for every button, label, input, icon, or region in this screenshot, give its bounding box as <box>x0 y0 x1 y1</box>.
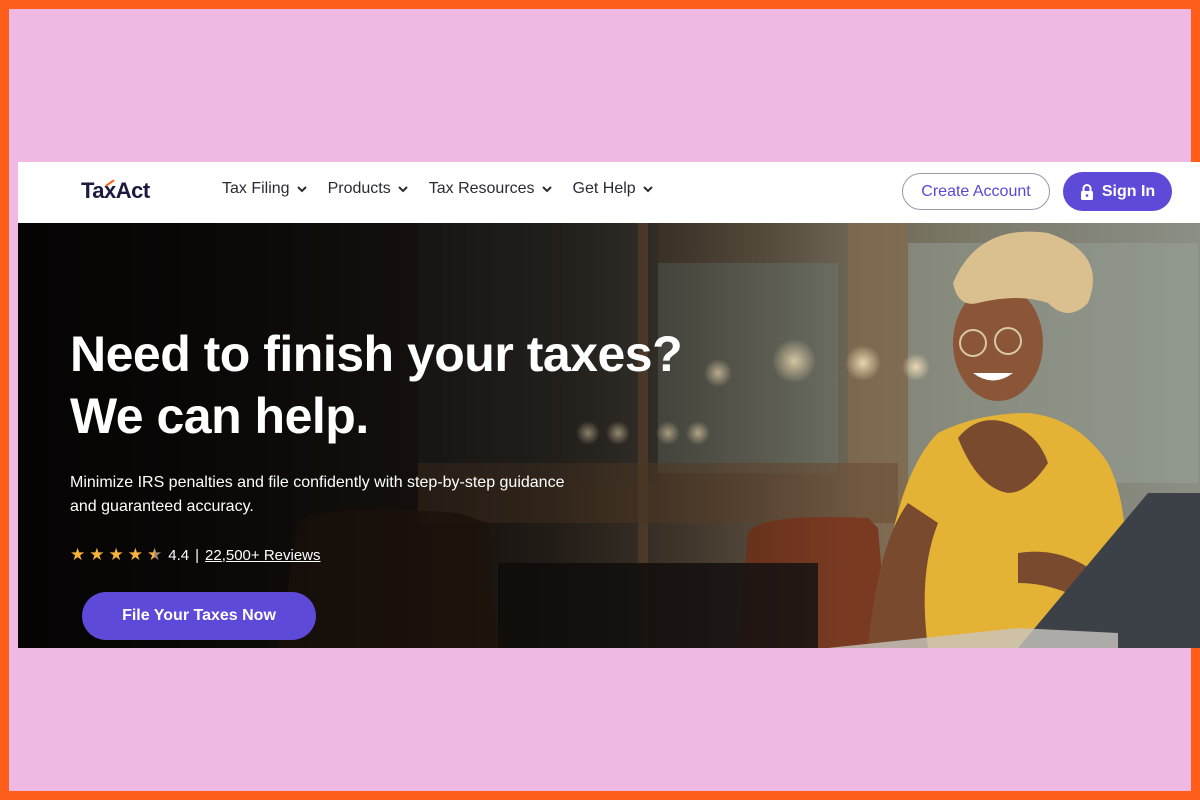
reviews-link[interactable]: 22,500+ Reviews <box>205 547 321 564</box>
chevron-down-icon <box>398 186 408 193</box>
star-icon: ★ <box>108 545 124 564</box>
nav-item-tax-filing[interactable]: Tax Filing <box>222 180 308 198</box>
website: TaxAct Tax Filing Products Tax Resources… <box>18 162 1200 648</box>
nav-item-label: Tax Resources <box>428 180 535 197</box>
top-navbar: TaxAct Tax Filing Products Tax Resources… <box>18 162 1200 223</box>
nav-item-get-help[interactable]: Get Help <box>573 180 654 198</box>
nav-item-tax-resources[interactable]: Tax Resources <box>429 180 553 198</box>
subtext-line-1: Minimize IRS penalties and file confiden… <box>70 474 565 491</box>
chevron-down-icon <box>541 186 552 193</box>
lock-icon <box>1080 183 1093 200</box>
nav-item-label: Products <box>327 180 391 197</box>
subtext-line-2: and guaranteed accuracy. <box>70 498 254 515</box>
headline-line-2: We can help. <box>70 388 369 444</box>
file-your-taxes-button[interactable]: File Your Taxes Now <box>82 592 316 640</box>
taxact-logo[interactable]: TaxAct <box>81 178 150 204</box>
rating-stars: ★ ★ ★ ★ ★ <box>70 545 162 565</box>
hero-subtext: Minimize IRS penalties and file confiden… <box>70 471 630 519</box>
headline-line-1: Need to finish your taxes? <box>70 326 683 382</box>
hero-headline: Need to finish your taxes? We can help. <box>70 323 683 447</box>
rating-row: ★ ★ ★ ★ ★ 4.4 | 22,500+ Reviews <box>70 545 321 565</box>
screenshot-frame: TaxAct Tax Filing Products Tax Resources… <box>0 0 1200 800</box>
star-icon: ★ <box>127 545 143 564</box>
star-half-icon: ★ <box>147 545 163 564</box>
nav-item-products[interactable]: Products <box>328 180 409 198</box>
star-icon: ★ <box>89 545 105 564</box>
nav-item-label: Get Help <box>572 180 636 197</box>
create-account-button[interactable]: Create Account <box>902 173 1050 210</box>
rating-value: 4.4 <box>168 546 190 564</box>
main-nav: Tax Filing Products Tax Resources Get He… <box>222 180 654 198</box>
chevron-down-icon <box>296 186 307 193</box>
star-icon: ★ <box>70 545 86 564</box>
rating-separator: | <box>195 546 200 564</box>
nav-item-label: Tax Filing <box>222 180 290 197</box>
sign-in-button[interactable]: Sign In <box>1063 172 1172 211</box>
hero-section: Need to finish your taxes? We can help. … <box>18 223 1200 648</box>
chevron-down-icon <box>642 186 653 193</box>
sign-in-label: Sign In <box>1101 182 1156 200</box>
